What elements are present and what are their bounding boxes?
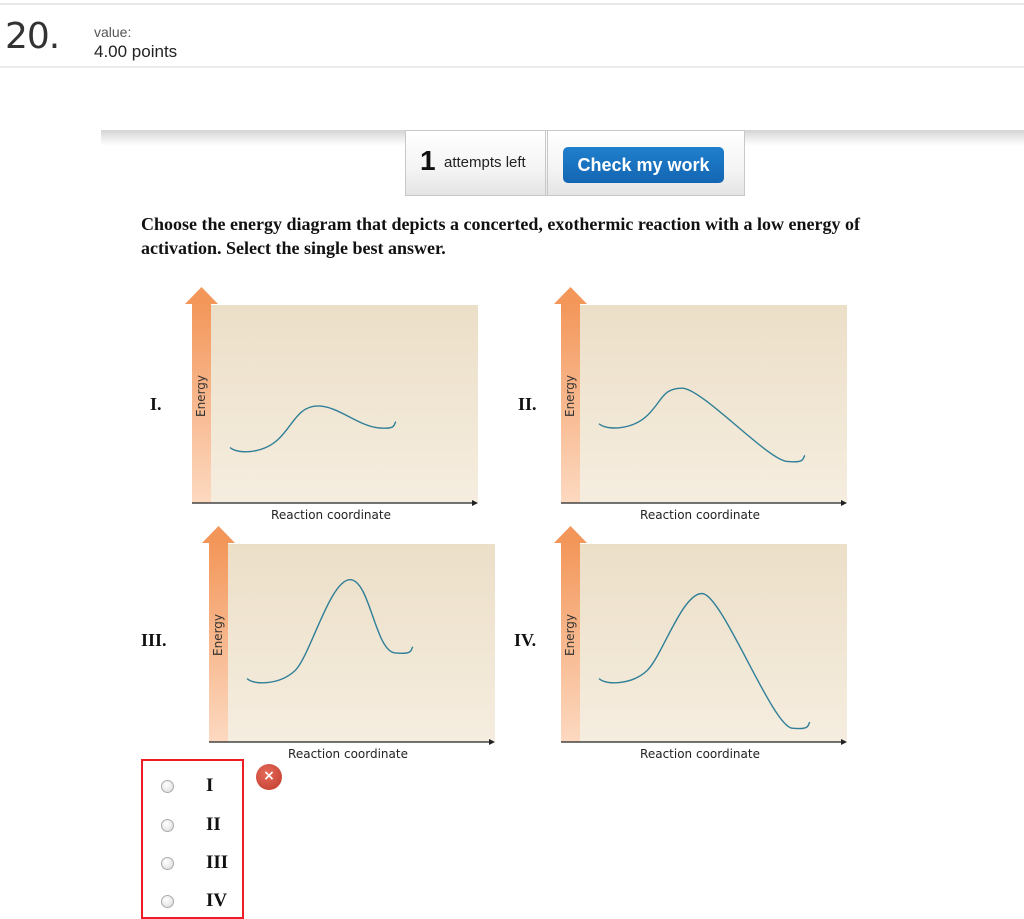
option-label: I	[206, 775, 214, 796]
diagram-svg: Energy Reaction coordinate	[554, 526, 847, 761]
question-value-label: value:	[94, 24, 132, 40]
diagram-numeral-iii: III.	[141, 630, 167, 650]
option-i[interactable]: I	[161, 774, 213, 798]
energy-diagram-ii: Energy Reaction coordinate	[552, 284, 852, 524]
energy-axis-label: Energy	[211, 614, 225, 656]
attempts-label: attempts left	[444, 154, 526, 171]
answer-options: I II III IV	[141, 759, 244, 919]
diagram-numeral-i: I.	[150, 394, 162, 414]
diagram-numeral-ii: II.	[518, 394, 537, 414]
option-iii[interactable]: III	[161, 851, 228, 875]
attempts-panel: 1 attempts left Check my work	[405, 130, 745, 196]
option-ii[interactable]: II	[161, 813, 221, 837]
energy-diagram-iv: Energy Reaction coordinate	[552, 523, 852, 763]
energy-axis-label: Energy	[563, 375, 577, 417]
option-label: III	[206, 852, 229, 873]
diagram-numeral-iv: IV.	[514, 630, 537, 650]
reaction-coordinate-label: Reaction coordinate	[271, 508, 391, 522]
diagram-svg: Energy Reaction coordinate	[554, 287, 847, 522]
energy-arrow-head	[554, 526, 587, 543]
radio-button[interactable]	[161, 779, 174, 793]
question-number: 20.	[5, 16, 60, 57]
attempts-count: 1	[420, 145, 436, 176]
radio-button[interactable]	[161, 856, 174, 870]
energy-arrow-head	[554, 287, 587, 304]
energy-diagram-i: Energy Reaction coordinate	[183, 284, 483, 524]
reaction-coordinate-label: Reaction coordinate	[640, 508, 760, 522]
question-value: 4.00 points	[94, 42, 178, 61]
energy-axis-label: Energy	[194, 375, 208, 417]
question-prompt: Choose the energy diagram that depicts a…	[141, 214, 861, 258]
check-my-work-button[interactable]: Check my work	[563, 147, 724, 183]
diagram-panel	[580, 305, 847, 503]
option-iv[interactable]: IV	[161, 889, 227, 913]
attempts-divider	[545, 131, 546, 195]
reaction-coordinate-label: Reaction coordinate	[640, 747, 760, 761]
top-divider	[0, 3, 1024, 5]
diagram-svg: Energy Reaction coordinate	[185, 287, 478, 522]
incorrect-x-icon: ×	[256, 764, 282, 790]
attempts-divider	[547, 131, 548, 195]
energy-axis-label: Energy	[563, 614, 577, 656]
diagram-panel	[228, 544, 495, 742]
energy-diagram-iii: Energy Reaction coordinate	[200, 523, 500, 763]
energy-arrow-head	[202, 526, 235, 543]
reaction-coordinate-label: Reaction coordinate	[288, 747, 408, 761]
option-label: IV	[206, 890, 228, 911]
radio-button[interactable]	[161, 894, 174, 908]
diagram-svg: Energy Reaction coordinate	[202, 526, 495, 761]
diagram-panel	[211, 305, 478, 503]
energy-arrow-head	[185, 287, 218, 304]
radio-button[interactable]	[161, 818, 174, 832]
option-label: II	[206, 814, 221, 835]
diagram-panel	[580, 544, 847, 742]
question-header: 20. value: 4.00 points	[0, 6, 1024, 68]
